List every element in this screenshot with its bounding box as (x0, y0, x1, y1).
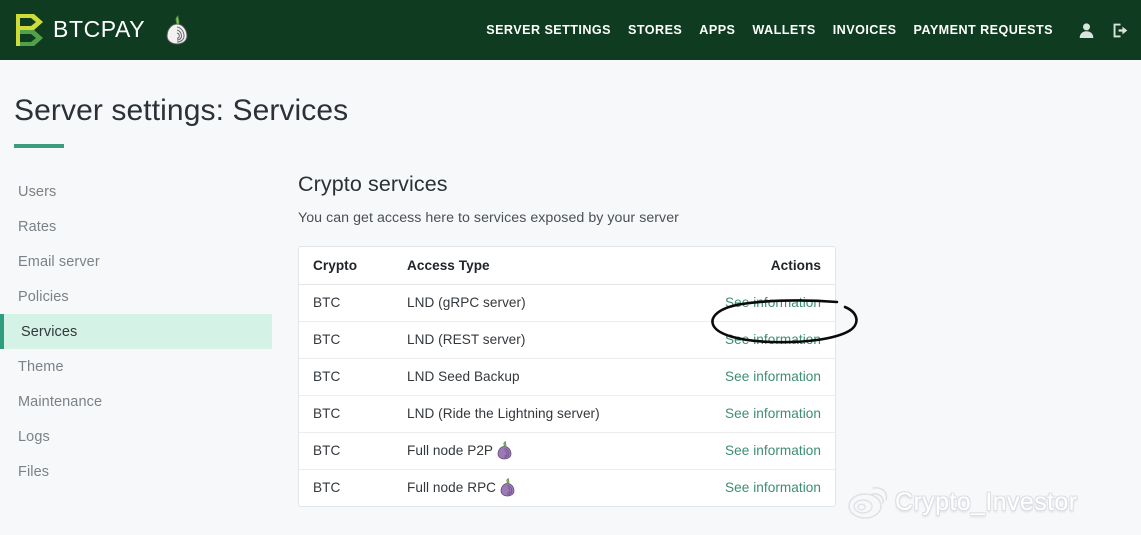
cell-actions: See information (676, 395, 835, 433)
nav-link-apps[interactable]: APPS (699, 23, 735, 37)
access-type-label: LND (REST server) (407, 332, 526, 347)
column-header-access-type: Access Type (393, 247, 677, 285)
column-header-crypto: Crypto (299, 247, 393, 285)
nav-link-stores[interactable]: STORES (628, 23, 682, 37)
sidebar-item-services[interactable]: Services (0, 314, 272, 349)
nav-link-invoices[interactable]: INVOICES (833, 23, 897, 37)
cell-access-type: LND Seed Backup (393, 358, 677, 396)
cell-crypto: BTC (299, 358, 393, 396)
table-head: Crypto Access Type Actions (299, 247, 835, 285)
access-type-label: LND (gRPC server) (407, 295, 526, 310)
cell-crypto: BTC (299, 284, 393, 322)
nav-link-wallets[interactable]: WALLETS (752, 23, 815, 37)
cell-access-type: LND (gRPC server) (393, 284, 677, 322)
sidebar-item-policies[interactable]: Policies (0, 279, 272, 314)
tor-onion-icon (500, 478, 515, 497)
table-row: BTC Full node RPC See information (299, 469, 835, 506)
see-information-link[interactable]: See information (725, 295, 821, 310)
tor-onion-icon (497, 441, 512, 460)
title-accent-rule (14, 144, 64, 148)
table-row: BTC LND (REST server) See information (299, 321, 835, 359)
nav-link-server-settings[interactable]: SERVER SETTINGS (486, 23, 611, 37)
table-body: BTC LND (gRPC server) See information BT… (299, 284, 835, 506)
top-navbar: BTCPAY SERVER SETTINGS STORES APPS WALLE… (0, 0, 1141, 60)
section-subheading: You can get access here to services expo… (298, 210, 679, 226)
sidebar-item-label: Theme (18, 358, 64, 375)
nav-links: SERVER SETTINGS STORES APPS WALLETS INVO… (486, 22, 1129, 39)
section-heading: Crypto services (298, 172, 448, 196)
table-row: BTC LND Seed Backup See information (299, 358, 835, 396)
sidebar-item-files[interactable]: Files (0, 454, 272, 489)
cell-access-type: LND (REST server) (393, 321, 677, 359)
access-type-label: LND Seed Backup (407, 369, 520, 384)
user-icon (1079, 22, 1094, 38)
column-header-actions: Actions (676, 247, 835, 285)
see-information-link[interactable]: See information (725, 369, 821, 384)
settings-sidebar: Users Rates Email server Policies Servic… (0, 172, 272, 489)
cell-actions: See information (676, 321, 835, 359)
sidebar-item-maintenance[interactable]: Maintenance (0, 384, 272, 419)
sidebar-item-label: Rates (18, 218, 57, 235)
cell-actions: See information (676, 284, 835, 322)
access-type-label: Full node P2P (407, 443, 494, 458)
see-information-link[interactable]: See information (725, 443, 821, 458)
see-information-link[interactable]: See information (725, 406, 821, 421)
cell-crypto: BTC (313, 480, 341, 495)
cell-access-type: Full node RPC (393, 469, 676, 506)
sidebar-item-label: Logs (18, 428, 50, 445)
btcpay-logo-icon (16, 14, 43, 46)
sidebar-item-label: Users (18, 183, 57, 200)
sidebar-item-logs[interactable]: Logs (0, 419, 272, 454)
page-header: Server settings: Services (0, 60, 1141, 148)
see-information-link[interactable]: See information (725, 480, 821, 495)
cell-crypto: BTC (299, 395, 393, 433)
access-type-label: LND (Ride the Lightning server) (407, 406, 600, 421)
sidebar-item-users[interactable]: Users (0, 174, 272, 209)
brand-logo[interactable]: BTCPAY (14, 13, 190, 47)
cell-access-type: LND (Ride the Lightning server) (393, 395, 677, 433)
cell-actions: See information (676, 432, 835, 470)
cell-crypto: BTC (299, 321, 393, 359)
main-content: Crypto services You can get access here … (272, 172, 1141, 507)
sidebar-item-label: Email server (18, 253, 100, 270)
tor-onion-icon (166, 15, 188, 45)
sidebar-item-label: Files (18, 463, 50, 480)
table-header-row: Crypto Access Type Actions (299, 247, 835, 285)
page-title: Server settings: Services (14, 94, 349, 127)
sign-out-icon (1113, 23, 1128, 37)
account-button[interactable] (1078, 22, 1095, 39)
sidebar-item-label: Maintenance (18, 393, 103, 410)
cell-access-type: Full node P2P (393, 432, 677, 470)
cell-crypto: BTC (299, 432, 393, 470)
brand-name: BTCPAY (53, 15, 146, 42)
crypto-services-card: Crypto Access Type Actions BTC LND (gRPC… (298, 246, 836, 507)
table-row: BTC Full node P2P See information (299, 432, 835, 470)
nav-link-payment-requests[interactable]: PAYMENT REQUESTS (914, 23, 1053, 37)
sidebar-item-theme[interactable]: Theme (0, 349, 272, 384)
access-type-label: Full node RPC (407, 480, 497, 495)
logout-button[interactable] (1112, 22, 1129, 39)
page-body: Users Rates Email server Policies Servic… (0, 172, 1141, 507)
sidebar-item-label: Services (21, 323, 78, 340)
sidebar-item-email-server[interactable]: Email server (0, 244, 272, 279)
see-information-link[interactable]: See information (725, 332, 821, 347)
crypto-services-table: Crypto Access Type Actions BTC LND (gRPC… (299, 247, 835, 506)
table-row: BTC LND (Ride the Lightning server) See … (299, 395, 835, 433)
cell-actions: See information (676, 358, 835, 396)
table-row: BTC LND (gRPC server) See information (299, 284, 835, 322)
sidebar-item-rates[interactable]: Rates (0, 209, 272, 244)
cell-actions: See information (676, 469, 835, 506)
sidebar-item-label: Policies (18, 288, 69, 305)
